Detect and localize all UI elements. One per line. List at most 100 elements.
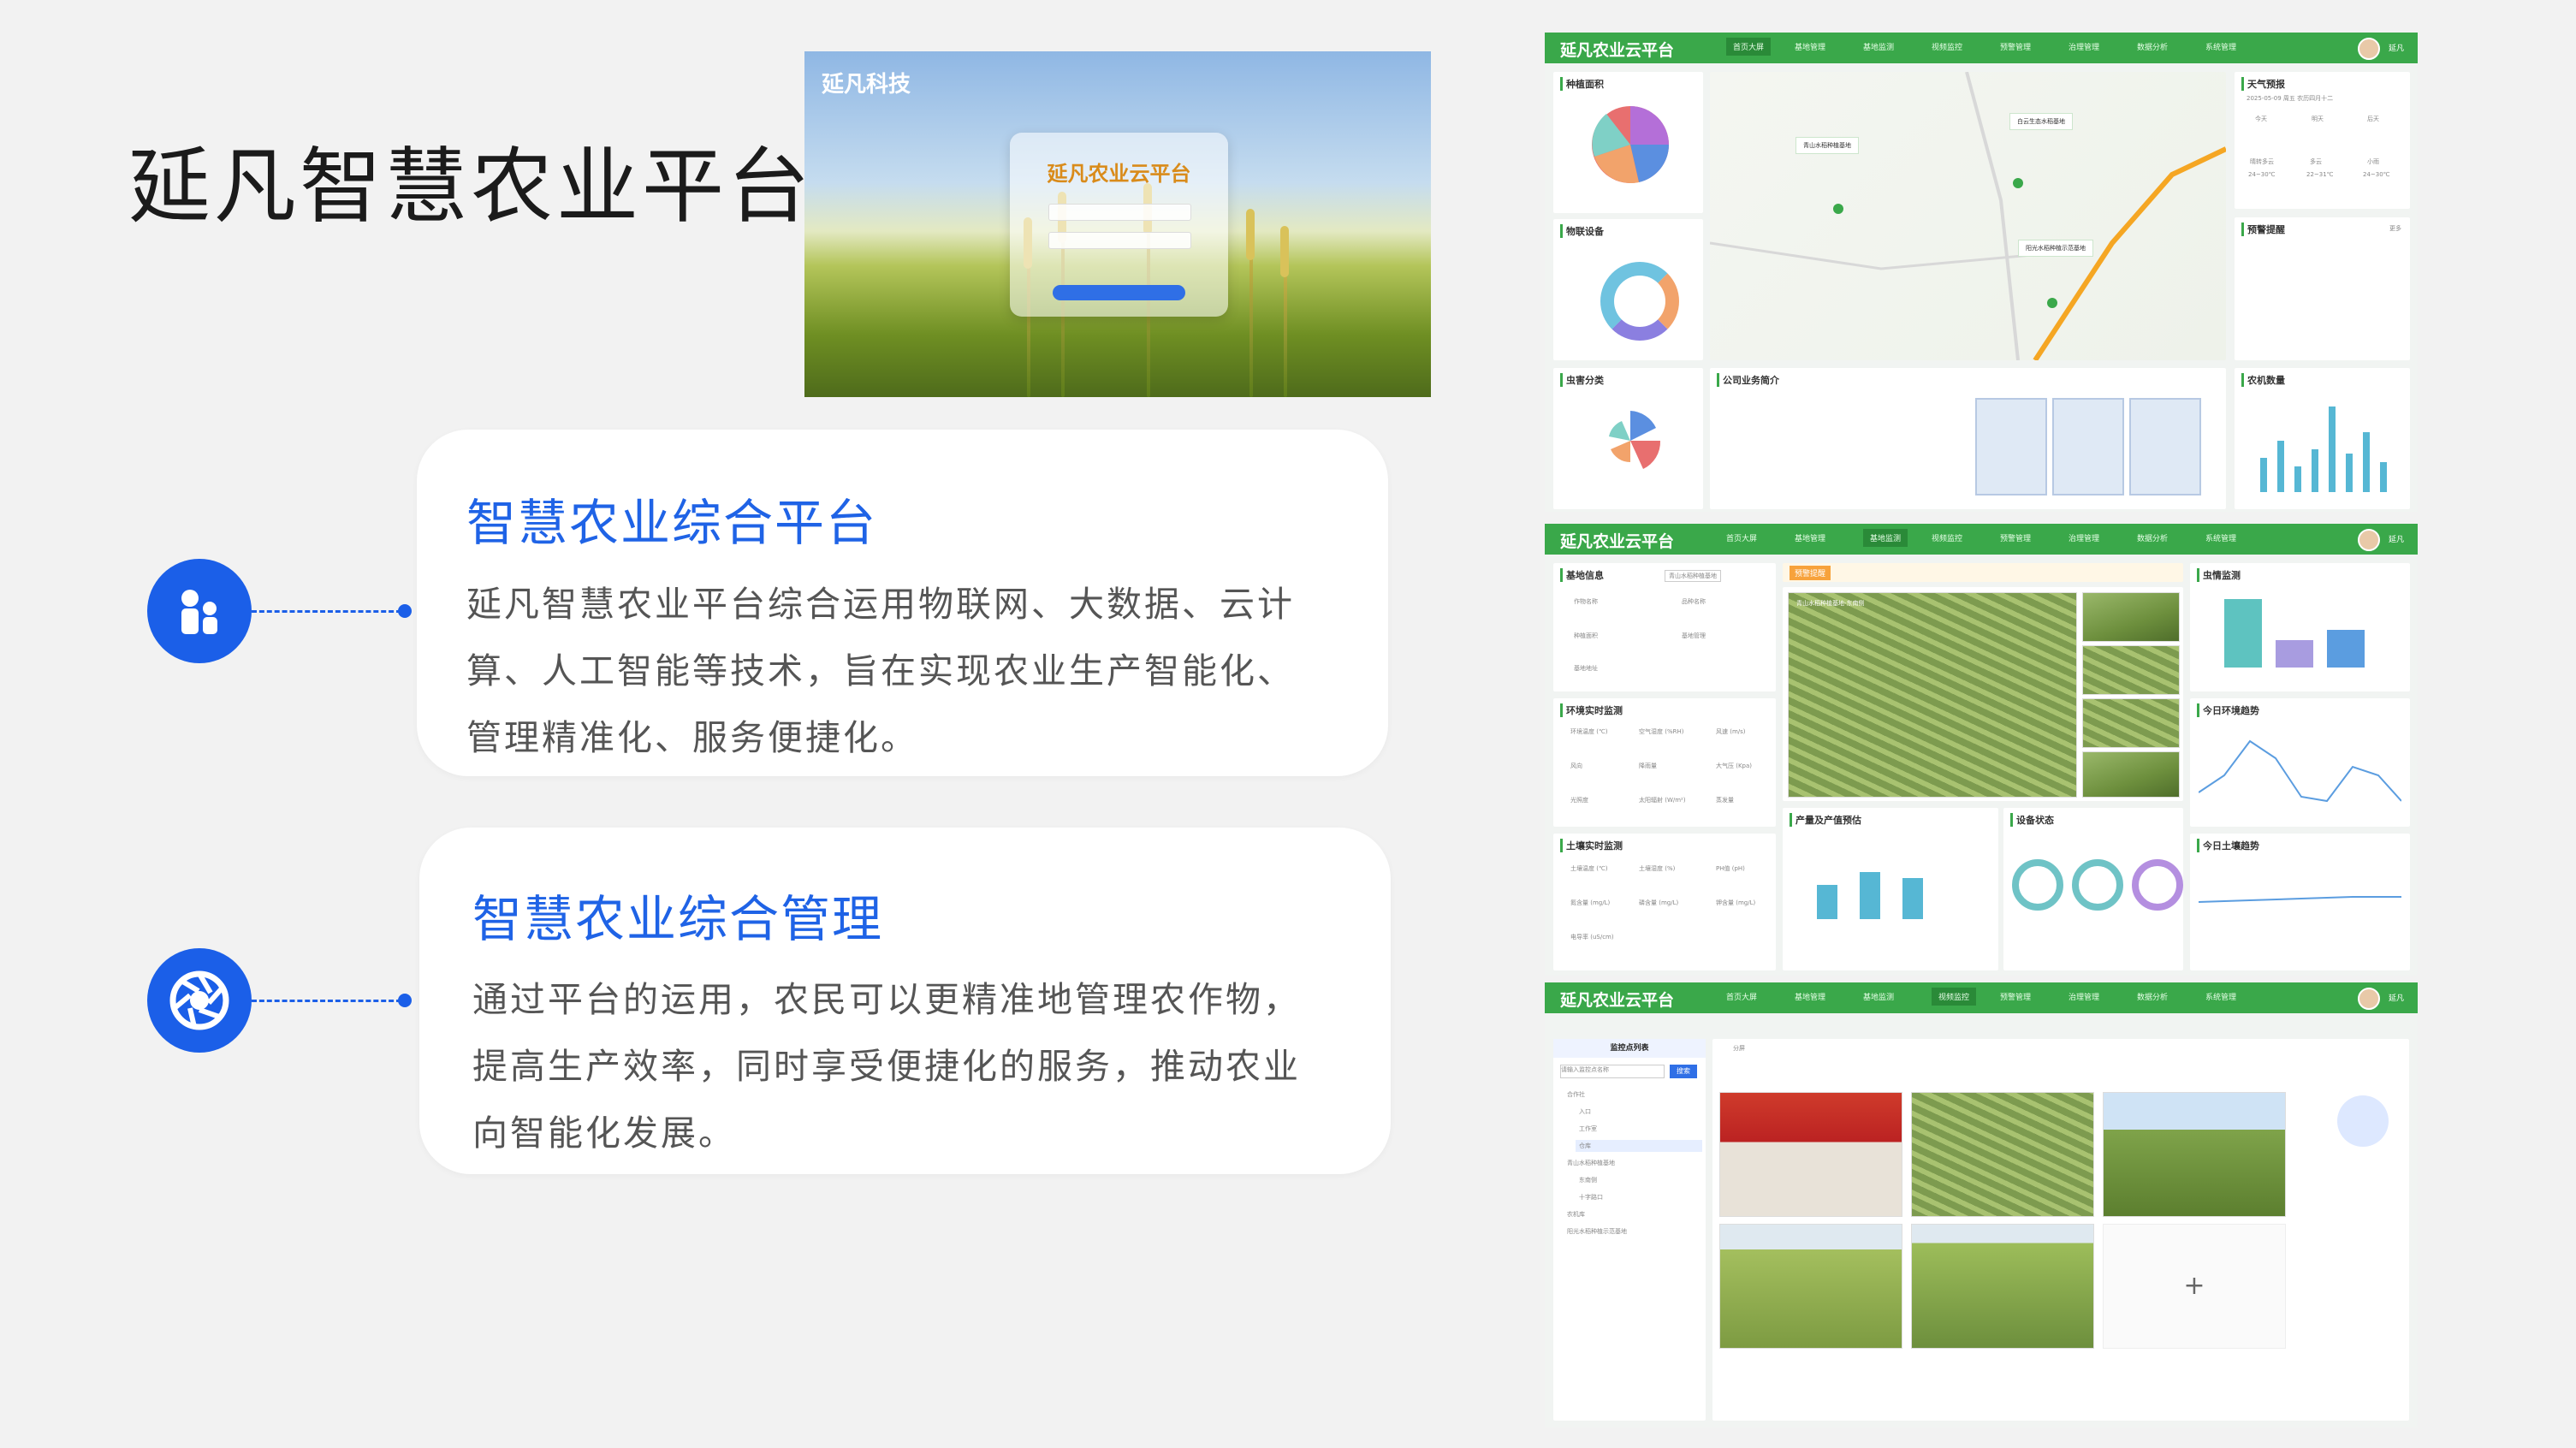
- panel-planting-area: 种植面积: [1553, 72, 1703, 213]
- tree-item[interactable]: 工作室: [1579, 1125, 1597, 1133]
- nav-item[interactable]: 预警管理: [2000, 991, 2031, 1002]
- login-card: 延凡农业云平台: [1010, 133, 1228, 317]
- panel-device-status: 设备状态: [2003, 808, 2183, 970]
- connector-line: [252, 1000, 401, 1002]
- top-nav-bar: 延凡农业云平台 首页大屏 基地管理 基地监测 视频监控 预警管理 治理管理 数据…: [1545, 982, 2418, 1013]
- nav-item[interactable]: 系统管理: [2205, 532, 2236, 543]
- video-feed[interactable]: [1911, 1224, 2094, 1349]
- nav-item[interactable]: 视频监控: [1932, 41, 1962, 52]
- connector-line: [252, 610, 401, 613]
- rose-chart-icon: [1609, 411, 1661, 469]
- tree-item[interactable]: 合作社: [1567, 1090, 1585, 1099]
- password-field[interactable]: [1048, 232, 1191, 249]
- thumbnail[interactable]: [2082, 645, 2180, 695]
- panel-yield: 产量及产值预估: [1783, 808, 1998, 970]
- nav-item[interactable]: 数据分析: [2137, 532, 2168, 543]
- nav-item[interactable]: 治理管理: [2069, 532, 2099, 543]
- panel-soil-trend: 今日土壤趋势: [2190, 834, 2410, 970]
- search-input[interactable]: 请输入监控点名称: [1560, 1065, 1665, 1078]
- nav-item[interactable]: 首页大屏: [1726, 991, 1757, 1002]
- thumbnail[interactable]: [2082, 698, 2180, 748]
- nav-item[interactable]: 基地监测: [1863, 991, 1894, 1002]
- login-screenshot: 延凡科技 延凡农业云平台: [804, 51, 1431, 397]
- video-feed[interactable]: [1719, 1224, 1902, 1349]
- panel-env-trend: 今日环境趋势: [2190, 698, 2410, 827]
- tree-item[interactable]: 十字路口: [1579, 1193, 1603, 1202]
- certificate-image: [1975, 398, 2047, 496]
- username-field[interactable]: [1048, 204, 1191, 221]
- ptz-control[interactable]: [2337, 1095, 2389, 1147]
- feature-card-platform: 智慧农业综合平台 延凡智慧农业平台综合运用物联网、大数据、云计 算、人工智能等技…: [417, 430, 1388, 776]
- nav-item[interactable]: 基地管理: [1795, 41, 1825, 52]
- user-name: 延凡: [2388, 536, 2404, 544]
- tree-item[interactable]: 农机库: [1567, 1210, 1585, 1219]
- nav-item[interactable]: 系统管理: [2205, 991, 2236, 1002]
- tree-item[interactable]: 仓库: [1576, 1140, 1702, 1152]
- more-link[interactable]: 更多: [2389, 224, 2401, 233]
- panel-iot-devices: 物联设备: [1553, 219, 1703, 360]
- people-icon: [181, 590, 217, 634]
- avatar[interactable]: [2358, 38, 2380, 60]
- field-photo[interactable]: [1788, 592, 2077, 798]
- nav-item[interactable]: 视频监控: [1932, 532, 1962, 543]
- avatar[interactable]: [2358, 988, 2380, 1010]
- line-chart-icon: [2199, 896, 2401, 903]
- nav-item[interactable]: 基地监测: [1863, 41, 1894, 52]
- status-ring: [2072, 859, 2123, 911]
- tree-item[interactable]: 入口: [1579, 1107, 1591, 1116]
- nav-item[interactable]: 预警管理: [2000, 532, 2031, 543]
- people-icon-badge: [147, 559, 252, 663]
- map-label: 白云生态水稻基地: [2009, 113, 2073, 130]
- video-feed[interactable]: [1911, 1092, 2094, 1217]
- brand-name: 延凡农业云平台: [1560, 41, 1675, 60]
- nav-item[interactable]: 基地管理: [1795, 532, 1825, 543]
- dashboard-screenshot-1: 延凡农业云平台 首页大屏 基地管理 基地监测 视频监控 预警管理 治理管理 数据…: [1545, 33, 2418, 512]
- video-feed[interactable]: [1719, 1092, 1902, 1217]
- nav-item[interactable]: 首页大屏: [1726, 38, 1772, 56]
- card-heading: 智慧农业综合平台: [466, 494, 878, 552]
- tree-item[interactable]: 青山水稻种植基地: [1567, 1159, 1615, 1167]
- panel-company-intro: 公司业务简介: [1710, 368, 2226, 509]
- map-label: 青山水稻种植基地: [1795, 137, 1859, 154]
- page-title: 延凡智慧农业平台: [128, 139, 813, 234]
- nav-item[interactable]: 基地监测: [1863, 529, 1908, 547]
- thumbnail[interactable]: [2082, 751, 2180, 798]
- add-camera-button[interactable]: +: [2103, 1224, 2286, 1349]
- nav-item[interactable]: 数据分析: [2137, 991, 2168, 1002]
- status-ring: [2132, 859, 2183, 911]
- top-nav-bar: 延凡农业云平台 首页大屏 基地管理 基地监测 视频监控 预警管理 治理管理 数据…: [1545, 33, 2418, 63]
- video-feed[interactable]: [2103, 1092, 2286, 1217]
- card-heading: 智慧农业综合管理: [472, 890, 884, 948]
- nav-item[interactable]: 系统管理: [2205, 41, 2236, 52]
- dashboard-screenshot-2: 延凡农业云平台 首页大屏 基地管理 基地监测 视频监控 预警管理 治理管理 数据…: [1545, 524, 2418, 976]
- avatar[interactable]: [2358, 529, 2380, 551]
- map-label: 阳光水稻种植示范基地: [2018, 240, 2093, 257]
- map-panel[interactable]: 青山水稻种植基地 白云生态水稻基地 阳光水稻种植示范基地: [1710, 72, 2226, 360]
- certificate-image: [2129, 398, 2201, 496]
- search-button[interactable]: 搜索: [1670, 1065, 1697, 1078]
- nav-item[interactable]: 预警管理: [2000, 41, 2031, 52]
- nav-item[interactable]: 数据分析: [2137, 41, 2168, 52]
- nav-item[interactable]: 视频监控: [1932, 988, 1977, 1006]
- panel-pest-monitor: 虫情监测: [2190, 563, 2410, 691]
- tree-item[interactable]: 东南侧: [1579, 1176, 1597, 1184]
- nav-item[interactable]: 治理管理: [2069, 41, 2099, 52]
- status-ring: [2012, 859, 2063, 911]
- panel-camera-list: 监控点列表 请输入监控点名称 搜索 合作社 入口 工作室 仓库 青山水稻种植基地…: [1553, 1039, 1706, 1421]
- base-select[interactable]: 青山水稻种植基地: [1665, 570, 1721, 582]
- panel-machinery: 农机数量: [2235, 368, 2410, 509]
- hero-logo: 延凡科技: [822, 72, 911, 98]
- connector-dot: [398, 604, 412, 618]
- dashboard-screenshot-3: 延凡农业云平台 首页大屏 基地管理 基地监测 视频监控 预警管理 治理管理 数据…: [1545, 982, 2418, 1427]
- nav-item[interactable]: 治理管理: [2069, 991, 2099, 1002]
- panel-video-grid: 分屏 +: [1712, 1039, 2409, 1421]
- user-name: 延凡: [2388, 45, 2404, 53]
- nav-item[interactable]: 首页大屏: [1726, 532, 1757, 543]
- tree-item[interactable]: 阳光水稻种植示范基地: [1567, 1227, 1627, 1236]
- thumbnail[interactable]: [2082, 592, 2180, 642]
- certificate-image: [2052, 398, 2124, 496]
- panel-weather: 天气预报 2025-05-09 周五 农历四月十二 今天 明天 后天 晴转多云 …: [2235, 72, 2410, 209]
- nav-item[interactable]: 基地管理: [1795, 991, 1825, 1002]
- login-button[interactable]: [1053, 285, 1185, 300]
- aperture-icon-badge: [147, 948, 252, 1053]
